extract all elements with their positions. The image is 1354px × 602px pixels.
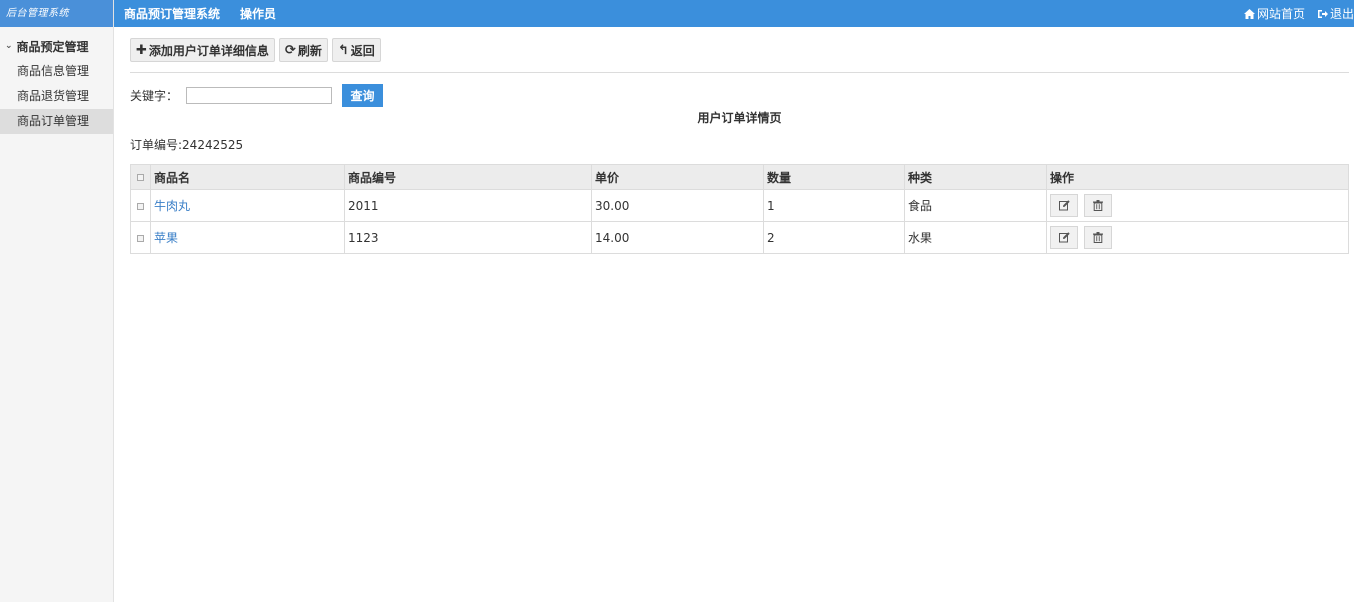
- actions-cell: [1046, 189, 1349, 222]
- quantity: 1: [763, 189, 905, 222]
- column-header-price: 单价: [591, 164, 764, 190]
- sidebar-group-order-management[interactable]: ⌄ 商品预定管理: [0, 33, 113, 59]
- unit-price: 14.00: [591, 221, 764, 254]
- row-checkbox-cell[interactable]: [130, 221, 151, 254]
- product-name-link[interactable]: 牛肉丸: [154, 199, 190, 213]
- sidebar-item-orders[interactable]: 商品订单管理: [0, 109, 113, 134]
- quantity: 2: [763, 221, 905, 254]
- category: 水果: [904, 221, 1047, 254]
- column-header-category: 种类: [904, 164, 1047, 190]
- row-checkbox-cell[interactable]: [130, 189, 151, 222]
- chevron-down-icon: ⌄: [5, 41, 13, 51]
- refresh-button[interactable]: ⟳ 刷新: [278, 38, 328, 62]
- table-row: 牛肉丸 2011 30.00 1 食品: [130, 189, 1349, 222]
- search-bar: 关键字： 查询: [130, 84, 1349, 107]
- table-header-row: 商品名 商品编号 单价 数量 种类 操作: [130, 164, 1349, 190]
- back-label: 返回: [350, 43, 375, 58]
- category: 食品: [904, 189, 1047, 222]
- delete-button[interactable]: [1083, 194, 1112, 217]
- edit-button[interactable]: [1050, 226, 1078, 249]
- logout-link-label: 退出: [1329, 7, 1354, 21]
- toolbar: ✚ 添加用户订单详细信息 ⟳ 刷新 ↰ 返回: [130, 38, 1349, 62]
- edit-button[interactable]: [1050, 194, 1078, 217]
- top-bar: 商品预订管理系统 操作员 网站首页 退出: [114, 0, 1354, 27]
- sidebar-item-returns[interactable]: 商品退货管理: [0, 84, 113, 109]
- trash-icon: [1092, 232, 1103, 243]
- divider: [130, 72, 1349, 73]
- table-row: 苹果 1123 14.00 2 水果: [130, 221, 1349, 254]
- delete-button[interactable]: [1083, 226, 1112, 249]
- order-number: 订单编号:24242525: [130, 138, 244, 152]
- unit-price: 30.00: [591, 189, 764, 222]
- column-header-quantity: 数量: [763, 164, 905, 190]
- logout-link[interactable]: 退出: [1317, 5, 1354, 22]
- row-checkbox[interactable]: [137, 202, 144, 210]
- sidebar-item-product-info[interactable]: 商品信息管理: [0, 59, 113, 84]
- actions-cell: [1046, 221, 1349, 254]
- system-title[interactable]: 商品预订管理系统: [124, 5, 220, 22]
- page-title: 用户订单详情页: [697, 111, 782, 125]
- column-header-name: 商品名: [150, 164, 345, 190]
- role-label[interactable]: 操作员: [240, 5, 276, 22]
- refresh-icon: ⟳: [284, 42, 296, 58]
- order-detail-table: 商品名 商品编号 单价 数量 种类 操作 牛肉丸 2011 30.00 1 食品: [130, 164, 1349, 254]
- keyword-label: 关键字：: [130, 89, 179, 103]
- sidebar-group-label: 商品预定管理: [16, 39, 89, 54]
- row-checkbox[interactable]: [137, 234, 144, 242]
- home-icon: [1243, 8, 1255, 19]
- sidebar: 后台管理系统 ⌄ 商品预定管理 商品信息管理 商品退货管理 商品订单管理: [0, 0, 114, 602]
- home-link-label: 网站首页: [1256, 7, 1305, 21]
- column-header-code: 商品编号: [344, 164, 592, 190]
- column-header-actions: 操作: [1046, 164, 1349, 190]
- query-button[interactable]: 查询: [342, 84, 384, 107]
- edit-icon: [1058, 200, 1070, 211]
- main-content: ✚ 添加用户订单详细信息 ⟳ 刷新 ↰ 返回 关键字： 查询 用户订单详情页 订…: [130, 27, 1349, 254]
- keyword-input[interactable]: [186, 87, 333, 104]
- add-order-detail-button[interactable]: ✚ 添加用户订单详细信息: [130, 38, 275, 62]
- home-link[interactable]: 网站首页: [1243, 5, 1305, 22]
- select-all-checkbox[interactable]: [137, 174, 144, 181]
- back-button[interactable]: ↰ 返回: [331, 38, 381, 62]
- app-logo: 后台管理系统: [0, 0, 113, 27]
- edit-icon: [1058, 232, 1070, 243]
- product-code: 1123: [344, 221, 592, 254]
- trash-icon: [1092, 200, 1103, 211]
- product-name-link[interactable]: 苹果: [154, 231, 178, 245]
- reply-icon: ↰: [337, 42, 349, 58]
- select-all-checkbox-cell[interactable]: [130, 164, 151, 190]
- product-code: 2011: [344, 189, 592, 222]
- plus-icon: ✚: [136, 42, 147, 58]
- add-order-detail-label: 添加用户订单详细信息: [148, 43, 269, 58]
- refresh-label: 刷新: [297, 43, 322, 58]
- logout-icon: [1317, 9, 1328, 18]
